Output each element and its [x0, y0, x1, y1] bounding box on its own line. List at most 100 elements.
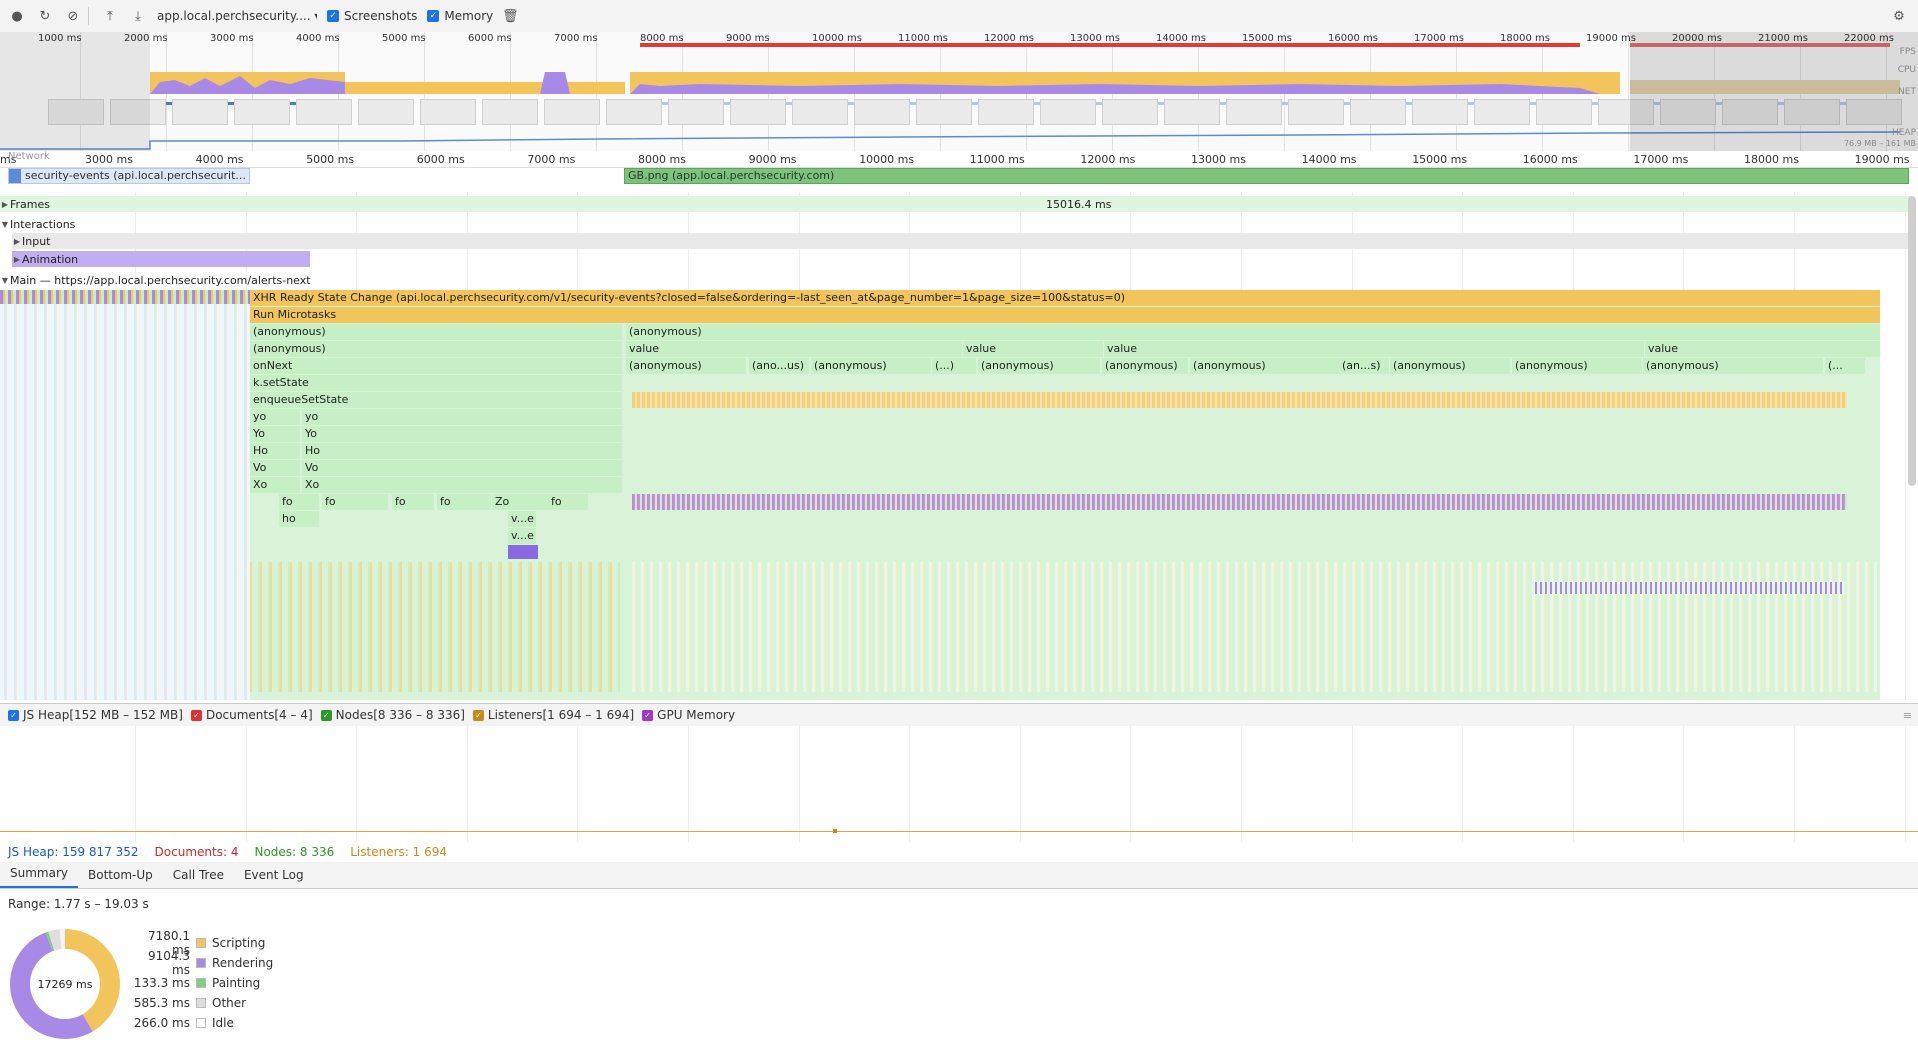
Xo-call[interactable]: Xo [302, 477, 622, 493]
anonymous-call[interactable]: (anonymous) [1643, 358, 1823, 374]
anonymous-short-call[interactable]: (ano...us) [749, 358, 809, 374]
nodes-checkbox[interactable]: ✓ Nodes[8 336 – 8 336] [320, 708, 465, 722]
record-icon[interactable]: ● [6, 5, 28, 27]
screenshot-thumbnail[interactable] [482, 99, 538, 125]
Xo-call[interactable]: Xo [250, 477, 300, 493]
screenshot-thumbnail[interactable] [420, 99, 476, 125]
screenshot-thumbnail[interactable] [1288, 99, 1344, 125]
anonymous-call[interactable]: (anonymous) [250, 324, 622, 340]
onnext-call[interactable]: onNext [250, 358, 622, 374]
anonymous-call[interactable]: (anonymous) [1190, 358, 1340, 374]
screenshot-thumbnail[interactable] [792, 99, 848, 125]
anonymous-call[interactable]: (anonymous) [978, 358, 1100, 374]
anonymous-short-call[interactable]: (an...s) [1339, 358, 1389, 374]
screenshot-thumbnail[interactable] [668, 99, 724, 125]
screenshot-thumbnail[interactable] [172, 99, 228, 125]
anonymous-call[interactable]: (anonymous) [811, 358, 931, 374]
network-request-gb-png[interactable]: GB.png (app.local.perchsecurity.com) [624, 168, 1909, 184]
anonymous-call[interactable]: (anonymous) [1390, 358, 1510, 374]
screenshot-thumbnail[interactable] [854, 99, 910, 125]
profile-select[interactable]: app.local.perchsecurity.... ▾ [157, 9, 317, 23]
animation-track[interactable]: ▶ Animation [12, 251, 310, 267]
ve-call[interactable]: v...e [508, 511, 536, 527]
anonymous-short-call[interactable]: (...) [932, 358, 976, 374]
documents-checkbox[interactable]: ✓ Documents[4 – 4] [190, 708, 313, 722]
Yo-call[interactable]: Yo [302, 426, 622, 442]
download-profile-icon[interactable]: ⤓ [127, 5, 149, 27]
screenshot-thumbnail[interactable] [1350, 99, 1406, 125]
screenshot-thumbnail[interactable] [1102, 99, 1158, 125]
screenshot-thumbnail[interactable] [1226, 99, 1282, 125]
fo-call[interactable]: fo [437, 494, 491, 510]
Vo-call[interactable]: Vo [302, 460, 622, 476]
value-call[interactable]: value [626, 341, 962, 357]
screenshot-thumbnail[interactable] [730, 99, 786, 125]
upload-profile-icon[interactable]: ⤒ [99, 5, 121, 27]
screenshot-thumbnail[interactable] [1040, 99, 1096, 125]
Vo-call[interactable]: Vo [250, 460, 300, 476]
anonymous-short-call[interactable]: (... [1825, 358, 1865, 374]
memory-checkbox[interactable]: ✓ Memory [427, 9, 493, 23]
input-track[interactable]: ▶ Input [12, 233, 1910, 249]
anonymous-call[interactable]: (anonymous) [250, 341, 622, 357]
network-track[interactable]: Network security-events (api.local.perch… [0, 151, 1918, 185]
expand-triangle-icon[interactable]: ▶ [12, 237, 22, 246]
garbage-collect-icon[interactable]: 🗑 [499, 5, 521, 27]
reload-record-icon[interactable]: ↻ [34, 5, 56, 27]
screenshot-thumbnail[interactable] [606, 99, 662, 125]
fo-call[interactable]: fo [548, 494, 588, 510]
Yo-call[interactable]: Yo [250, 426, 300, 442]
enqueue-setstate-call[interactable]: enqueueSetState [250, 392, 622, 408]
screenshot-thumbnail[interactable] [1412, 99, 1468, 125]
timeline-overview[interactable]: 1000 ms 2000 ms 3000 ms 4000 ms 5000 ms 6000 … [0, 32, 1918, 152]
expand-triangle-icon[interactable]: ▶ [0, 200, 10, 209]
screenshots-checkbox[interactable]: ✓ Screenshots [327, 9, 417, 23]
screenshot-thumbnail[interactable] [296, 99, 352, 125]
anonymous-call[interactable]: (anonymous) [626, 324, 1880, 340]
value-call[interactable]: value [1645, 341, 1880, 357]
flame-chart[interactable]: ▶ Frames 15016.4 ms ▼ Interactions ▶ Inp… [0, 192, 1918, 700]
Ho-call[interactable]: Ho [250, 443, 300, 459]
settings-gear-icon[interactable]: ⚙ [1888, 5, 1910, 27]
ve-call[interactable]: v...e [508, 528, 536, 544]
fo-call[interactable]: fo [392, 494, 434, 510]
listeners-checkbox[interactable]: ✓ Listeners[1 694 – 1 694] [472, 708, 634, 722]
value-call[interactable]: value [963, 341, 1103, 357]
tab-call-tree[interactable]: Call Tree [163, 868, 234, 888]
collapse-triangle-icon[interactable]: ▼ [0, 276, 10, 285]
screenshot-thumbnail[interactable] [978, 99, 1034, 125]
value-call[interactable]: value [1104, 341, 1644, 357]
js-heap-checkbox[interactable]: ✓ JS Heap[152 MB – 152 MB] [8, 708, 183, 722]
network-request-security-events[interactable]: security-events (api.local.perchsecurit.… [8, 168, 250, 184]
screenshot-thumbnail[interactable] [544, 99, 600, 125]
main-thread-track[interactable]: ▼ Main — https://app.local.perchsecurity… [0, 272, 311, 288]
screenshot-thumbnail[interactable] [234, 99, 290, 125]
fo-call[interactable]: fo [279, 494, 319, 510]
yo-call[interactable]: yo [250, 409, 300, 425]
fo-call[interactable]: fo [322, 494, 388, 510]
tab-summary[interactable]: Summary [0, 866, 78, 888]
tab-bottom-up[interactable]: Bottom-Up [78, 868, 163, 888]
drag-handle-icon[interactable]: ≡ [1903, 709, 1912, 722]
expand-triangle-icon[interactable]: ▶ [12, 255, 22, 264]
xhr-ready-state-change[interactable]: XHR Ready State Change (api.local.perchs… [250, 290, 1880, 306]
Ho-call[interactable]: Ho [302, 443, 622, 459]
gpu-memory-checkbox[interactable]: ✓ GPU Memory [642, 708, 735, 722]
frames-track[interactable]: ▶ Frames 15016.4 ms [0, 196, 1910, 212]
anonymous-call[interactable]: (anonymous) [1512, 358, 1642, 374]
Zo-call[interactable]: Zo [492, 494, 548, 510]
tab-event-log[interactable]: Event Log [234, 868, 314, 888]
flame-scrollbar[interactable] [1908, 196, 1916, 486]
run-microtasks[interactable]: Run Microtasks [250, 307, 1880, 323]
anonymous-call[interactable]: (anonymous) [626, 358, 746, 374]
screenshot-thumbnail[interactable] [1474, 99, 1530, 125]
anonymous-call[interactable]: (anonymous) [1102, 358, 1188, 374]
screenshot-thumbnail[interactable] [358, 99, 414, 125]
clear-icon[interactable]: ⊘ [62, 5, 84, 27]
collapse-triangle-icon[interactable]: ▼ [0, 220, 10, 229]
screenshot-thumbnail[interactable] [916, 99, 972, 125]
yo-call[interactable]: yo [302, 409, 622, 425]
ksetstate-call[interactable]: k.setState [250, 375, 622, 391]
interactions-track[interactable]: ▼ Interactions [0, 216, 76, 232]
ho-call[interactable]: ho [279, 511, 319, 527]
